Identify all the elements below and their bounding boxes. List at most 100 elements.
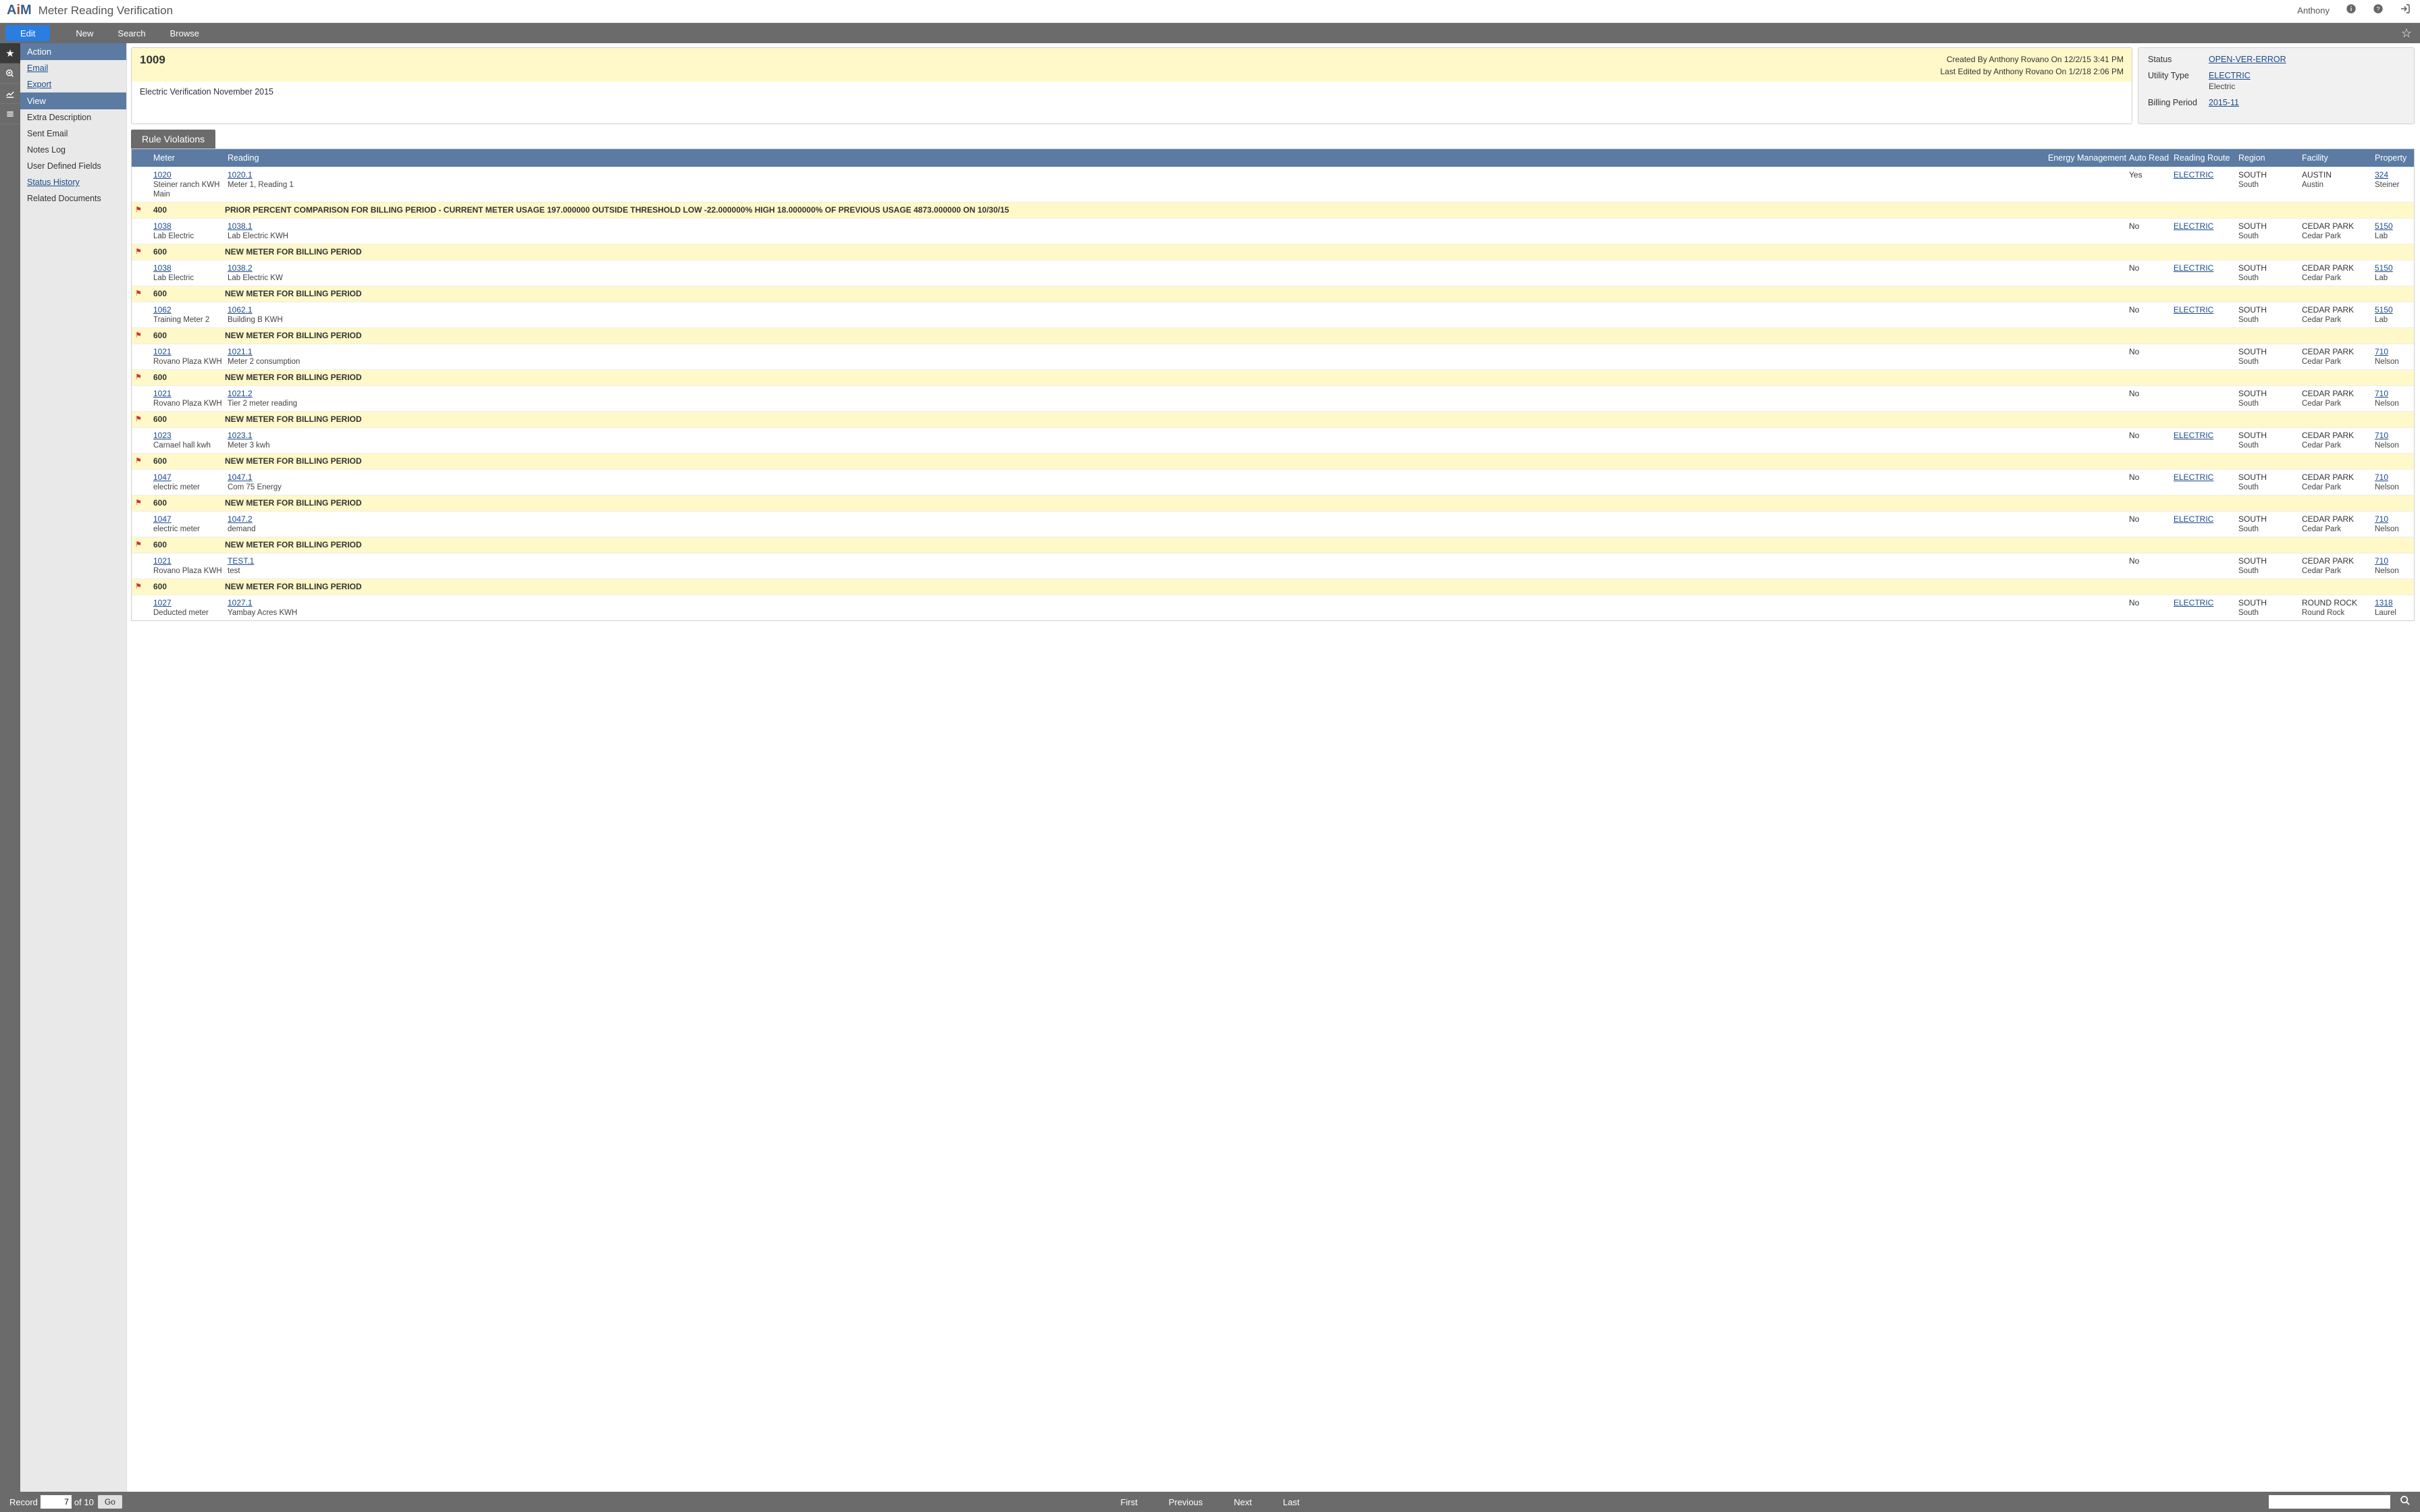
property-text: Steiner: [2375, 181, 2399, 189]
footer-search-input[interactable]: [2269, 1495, 2390, 1509]
side-notes-log[interactable]: Notes Log: [20, 142, 126, 158]
reading-link[interactable]: 1027.1: [228, 598, 2048, 608]
route-link[interactable]: ELECTRIC: [2174, 473, 2213, 482]
region-code: SOUTH: [2238, 598, 2267, 608]
reading-link[interactable]: 1062.1: [228, 305, 2048, 315]
reading-link[interactable]: 1020.1: [228, 170, 2048, 180]
property-link[interactable]: 710: [2375, 556, 2407, 566]
meter-link[interactable]: 1027: [153, 598, 225, 608]
facility-name: Austin: [2302, 181, 2323, 189]
reading-link[interactable]: 1038.1: [228, 221, 2048, 231]
meter-link[interactable]: 1021: [153, 389, 225, 398]
info-icon[interactable]: [2346, 3, 2357, 18]
meter-link[interactable]: 1023: [153, 431, 225, 440]
side-extra-description[interactable]: Extra Description: [20, 109, 126, 126]
property-link[interactable]: 5150: [2375, 305, 2407, 315]
meter-link[interactable]: 1021: [153, 347, 225, 356]
meter-link[interactable]: 1038: [153, 221, 225, 231]
pagination-nav: First Previous Next Last: [1120, 1497, 1299, 1507]
meter-link[interactable]: 1038: [153, 263, 225, 273]
new-button[interactable]: New: [63, 23, 105, 43]
flag-icon: ⚑: [132, 582, 145, 591]
rail-star-icon[interactable]: ★: [0, 43, 20, 63]
property-link[interactable]: 710: [2375, 347, 2407, 356]
property-text: Nelson: [2375, 400, 2399, 408]
meter-link[interactable]: 1062: [153, 305, 225, 315]
meter-link[interactable]: 1020: [153, 170, 225, 180]
reading-text: Yambay Acres KWH: [228, 609, 297, 617]
property-link[interactable]: 710: [2375, 389, 2407, 398]
route-link[interactable]: ELECTRIC: [2174, 514, 2213, 524]
property-link[interactable]: 710: [2375, 473, 2407, 482]
property-link[interactable]: 5150: [2375, 221, 2407, 231]
property-text: Nelson: [2375, 358, 2399, 366]
previous-link[interactable]: Previous: [1169, 1497, 1203, 1507]
created-by: Created By Anthony Rovano On 12/2/15 3:4…: [1940, 53, 2124, 65]
property-link[interactable]: 1318: [2375, 598, 2407, 608]
rail-zoom-icon[interactable]: [0, 63, 20, 84]
meter-link[interactable]: 1021: [153, 556, 225, 566]
status-link[interactable]: OPEN-VER-ERROR: [2209, 55, 2286, 64]
logout-icon[interactable]: [2400, 3, 2411, 18]
data-row: 1038Lab Electric1038.1Lab Electric KWHNo…: [132, 218, 2414, 244]
region-name: South: [2238, 400, 2259, 408]
route-link[interactable]: ELECTRIC: [2174, 598, 2213, 608]
meter-text: Training Meter 2: [153, 316, 209, 324]
reading-link[interactable]: 1021.1: [228, 347, 2048, 356]
reading-link[interactable]: 1047.1: [228, 473, 2048, 482]
col-region: Region: [2238, 153, 2302, 163]
flag-icon: ⚑: [132, 414, 145, 424]
last-link[interactable]: Last: [1283, 1497, 1300, 1507]
utility-type-link[interactable]: ELECTRIC: [2209, 71, 2251, 80]
route-link[interactable]: ELECTRIC: [2174, 305, 2213, 315]
reading-link[interactable]: 1038.2: [228, 263, 2048, 273]
route-link[interactable]: ELECTRIC: [2174, 221, 2213, 231]
meter-text: Carnael hall kwh: [153, 441, 211, 450]
region-code: SOUTH: [2238, 305, 2267, 315]
side-email[interactable]: Email: [20, 60, 126, 76]
rail-chart-icon[interactable]: [0, 84, 20, 104]
property-link[interactable]: 710: [2375, 514, 2407, 524]
side-related-documents[interactable]: Related Documents: [20, 190, 126, 207]
route-link[interactable]: ELECTRIC: [2174, 263, 2213, 273]
help-icon[interactable]: ?: [2373, 3, 2384, 18]
property-link[interactable]: 5150: [2375, 263, 2407, 273]
search-icon[interactable]: [2400, 1495, 2411, 1509]
browse-button[interactable]: Browse: [158, 23, 211, 43]
next-link[interactable]: Next: [1234, 1497, 1252, 1507]
property-link[interactable]: 710: [2375, 431, 2407, 440]
region-name: South: [2238, 525, 2259, 533]
side-status-history[interactable]: Status History: [20, 174, 126, 190]
meter-text: Lab Electric: [153, 232, 194, 240]
facility-code: CEDAR PARK: [2302, 431, 2354, 440]
reading-link[interactable]: TEST.1: [228, 556, 2048, 566]
favorite-icon[interactable]: ☆: [2401, 26, 2412, 40]
data-row: 1021Rovano Plaza KWH1021.2Tier 2 meter r…: [132, 385, 2414, 411]
meter-text: Steiner ranch KWH Main: [153, 181, 219, 198]
first-link[interactable]: First: [1120, 1497, 1137, 1507]
go-button[interactable]: Go: [98, 1495, 122, 1509]
route-link[interactable]: ELECTRIC: [2174, 431, 2213, 440]
region-name: South: [2238, 274, 2259, 282]
rail-menu-icon[interactable]: [0, 104, 20, 124]
violation-row: ⚑600NEW METER FOR BILLING PERIOD: [132, 369, 2414, 385]
search-button[interactable]: Search: [105, 23, 157, 43]
property-link[interactable]: 324: [2375, 170, 2407, 180]
auto-read-value: No: [2129, 556, 2174, 575]
edit-button[interactable]: Edit: [5, 25, 50, 41]
billing-period-link[interactable]: 2015-11: [2209, 98, 2239, 107]
route-link[interactable]: ELECTRIC: [2174, 170, 2213, 180]
reading-link[interactable]: 1023.1: [228, 431, 2048, 440]
reading-link[interactable]: 1021.2: [228, 389, 2048, 398]
meter-link[interactable]: 1047: [153, 473, 225, 482]
reading-link[interactable]: 1047.2: [228, 514, 2048, 524]
record-number-input[interactable]: [41, 1495, 72, 1509]
rv-table-body: 1020Steiner ranch KWH Main1020.1Meter 1,…: [132, 167, 2414, 620]
side-user-defined-fields[interactable]: User Defined Fields: [20, 158, 126, 174]
side-export[interactable]: Export: [20, 76, 126, 92]
col-facility: Facility: [2302, 153, 2375, 163]
violation-row: ⚑600NEW METER FOR BILLING PERIOD: [132, 244, 2414, 260]
meter-link[interactable]: 1047: [153, 514, 225, 524]
side-sent-email[interactable]: Sent Email: [20, 126, 126, 142]
violation-message: NEW METER FOR BILLING PERIOD: [225, 540, 2414, 549]
